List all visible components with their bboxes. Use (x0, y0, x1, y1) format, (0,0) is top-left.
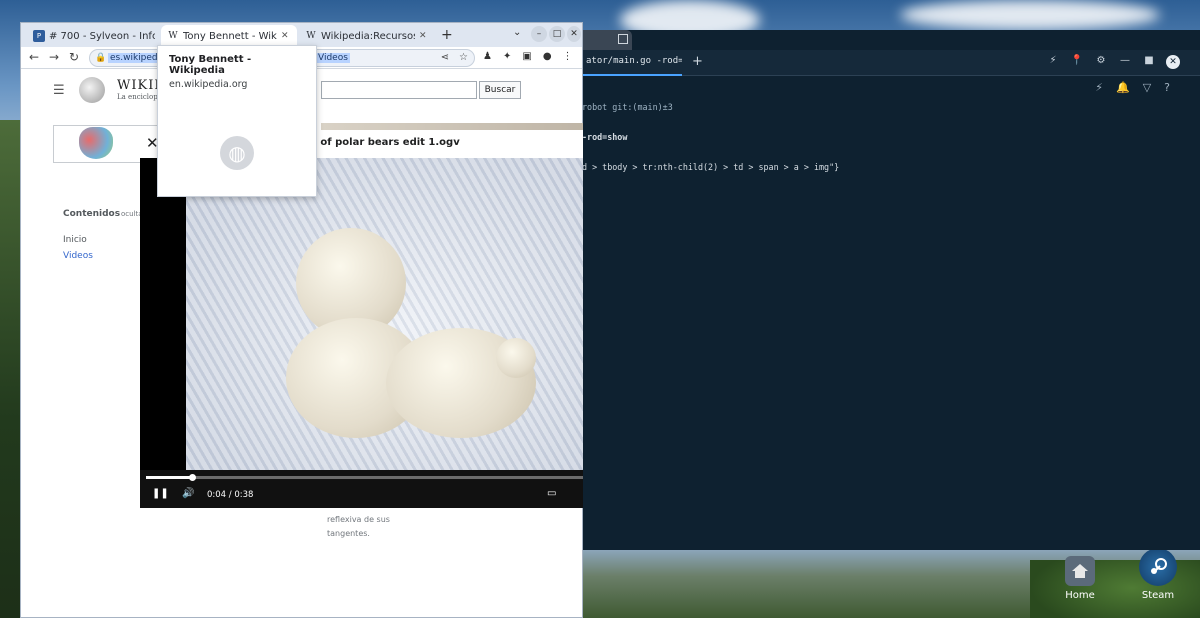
forward-button[interactable]: → (49, 50, 59, 64)
dock-home[interactable]: Home (1048, 556, 1112, 601)
dock-steam-label: Steam (1141, 590, 1175, 601)
steam-icon (1139, 548, 1177, 586)
flash-icon[interactable]: ⚡ (1046, 55, 1060, 69)
video-controls: ❚❚ 🔊 0:04 / 0:38 ▭ (140, 470, 583, 508)
heart-logo (79, 127, 113, 159)
globe-icon: ◍ (220, 136, 254, 170)
home-icon (1065, 556, 1095, 586)
cloud (900, 0, 1160, 30)
close-tab-icon[interactable]: ✕ (419, 31, 429, 41)
lock-icon[interactable]: 🔒 (95, 53, 106, 63)
wikipedia-tagline: La enciclop (117, 93, 158, 101)
profile-icon[interactable]: ● (543, 51, 552, 62)
captions-icon[interactable]: ▭ (547, 488, 556, 499)
back-button[interactable]: ← (29, 50, 39, 64)
star-icon[interactable]: ☆ (459, 52, 468, 63)
menu-icon[interactable]: ⋮ (563, 51, 573, 62)
close-tab-icon[interactable]: ✕ (281, 31, 291, 41)
dock-steam[interactable]: Steam (1126, 548, 1190, 601)
hovercard-title: Tony Bennett - Wikipedia (169, 54, 252, 76)
tab-recursos[interactable]: W Wikipedia:Recursos de ✕ (299, 25, 435, 47)
terminal-window: ator/main.go -rod=show + ⚡ 📍 ⚙ — ■ ✕ ⚡ 🔔… (560, 30, 1200, 550)
terminal-tabbar: ator/main.go -rod=show + ⚡ 📍 ⚙ — ■ ✕ (560, 50, 1200, 76)
minimize-button[interactable]: — (1118, 55, 1132, 69)
pin-icon[interactable]: 📍 (1070, 55, 1084, 69)
video-progress-bar[interactable] (146, 474, 583, 481)
close-button[interactable]: ✕ (1166, 55, 1180, 69)
url-text-end: Videos (316, 53, 350, 63)
terminal-command: -rod=show (582, 132, 628, 142)
maximize-button[interactable]: □ (549, 26, 565, 42)
tab-title: Tony Bennett - Wikipe (183, 30, 277, 42)
video-frame[interactable] (186, 158, 583, 470)
duration: 0:38 (234, 490, 254, 500)
wikipedia-icon: W (168, 31, 178, 41)
polar-bear-paw (496, 338, 536, 378)
article-line: tangentes. (327, 529, 370, 538)
sidepanel-icon[interactable]: ▣ (522, 51, 531, 62)
video-time: 0:04 / 0:38 (207, 490, 254, 500)
reload-button[interactable]: ↻ (69, 50, 79, 64)
chevron-down-icon[interactable]: ⌄ (513, 27, 521, 38)
tab-sylveon[interactable]: P # 700 - Sylveon - Inform (27, 25, 161, 47)
extension-icon[interactable]: ♟ (483, 51, 492, 62)
tab-hover-card: Tony Bennett - Wikipedia en.wikipedia.or… (157, 45, 317, 197)
terminal-line: d > tbody > tr:nth-child(2) > td > span … (582, 162, 840, 172)
terminal-log: d > tbody > tr:nth-child(2) > td > span … (582, 162, 1200, 172)
tab-title: Wikipedia:Recursos de (321, 30, 415, 42)
wiki-search-button[interactable]: Buscar (479, 81, 521, 99)
wikipedia-globe-logo[interactable] (79, 77, 105, 103)
tab-title: # 700 - Sylveon - Inform (49, 30, 155, 42)
maximize-button[interactable]: ■ (1142, 55, 1156, 69)
settings-icon[interactable]: ⚙ (1094, 55, 1108, 69)
article-line: reflexiva de sus (327, 515, 390, 524)
volume-icon[interactable]: 🔊 (182, 488, 194, 499)
current-time: 0:04 (207, 490, 227, 500)
hovercard-url: en.wikipedia.org (169, 79, 248, 90)
new-tab-button[interactable]: + (441, 27, 453, 43)
extensions-puzzle-icon[interactable]: ✦ (503, 51, 511, 62)
hamburger-menu-icon[interactable]: ☰ (53, 83, 65, 98)
article-text: reflexiva de sus tangentes. (327, 513, 390, 541)
wiki-search-input[interactable] (321, 81, 477, 99)
terminal-tab[interactable]: ator/main.go -rod=show (582, 50, 682, 76)
toc-item-videos[interactable]: Videos (63, 251, 93, 261)
toc-title: Contenidos (63, 209, 121, 219)
terminal-output: robot git:(main)±3 -rod=show d > tbody >… (582, 82, 1200, 192)
dock-home-label: Home (1065, 590, 1095, 601)
wikipedia-icon: W (306, 31, 316, 41)
pause-icon[interactable]: ❚❚ (152, 488, 169, 499)
video-scrubber[interactable] (188, 474, 196, 481)
close-button[interactable]: ✕ (567, 26, 581, 42)
favicon-icon: P (33, 30, 45, 42)
new-terminal-tab-button[interactable]: + (692, 54, 703, 69)
minimize-button[interactable]: – (531, 26, 547, 42)
terminal-prompt: robot git:(main)±3 (582, 102, 673, 112)
terminal-titlebar-icons: ⚡ 📍 ⚙ — ■ ✕ (1046, 55, 1180, 69)
toc-item-inicio[interactable]: Inicio (63, 235, 87, 245)
share-icon[interactable]: ⋖ (441, 52, 449, 63)
extension-icons: ♟ ✦ ▣ ● ⋮ (483, 51, 573, 62)
tab-tony-bennett[interactable]: W Tony Bennett - Wikipe ✕ (161, 25, 297, 47)
